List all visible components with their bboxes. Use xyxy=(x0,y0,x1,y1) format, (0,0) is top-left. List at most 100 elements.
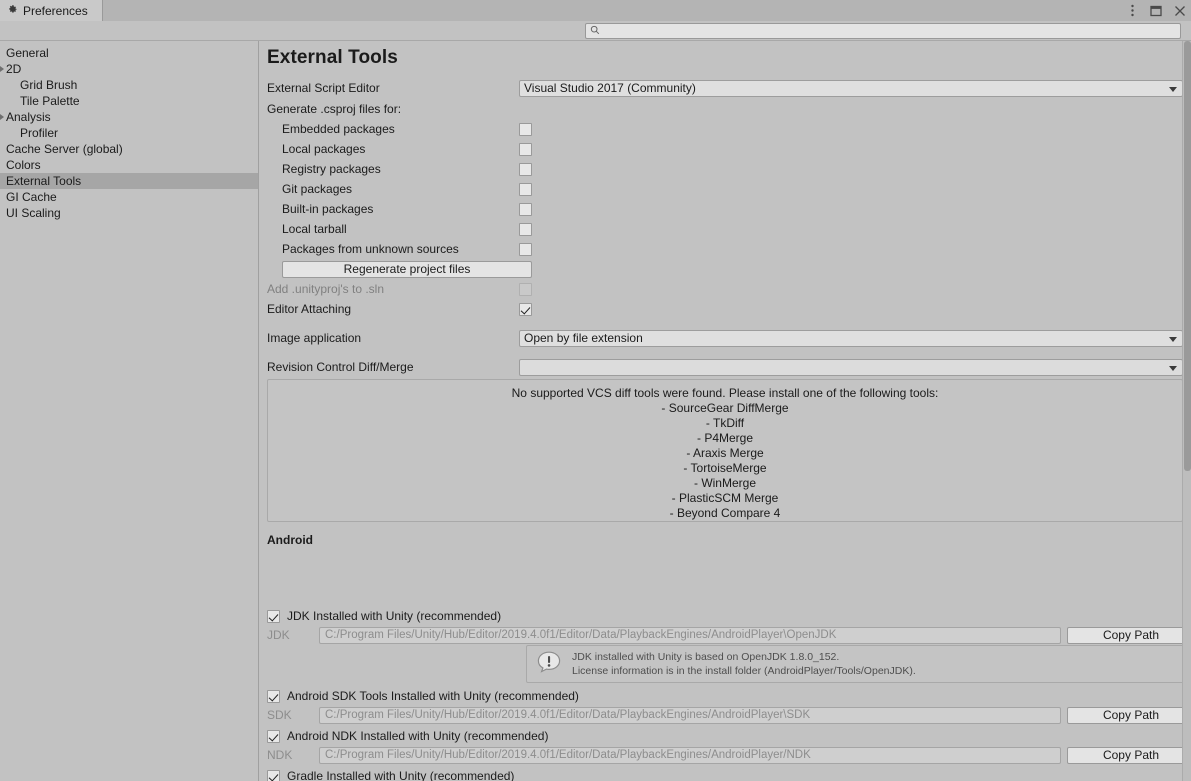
sidebar-item-ui-scaling[interactable]: UI Scaling xyxy=(0,205,258,221)
editor-attaching-checkbox[interactable] xyxy=(519,302,532,316)
ndk-path-row: NDK C:/Program Files/Unity/Hub/Editor/20… xyxy=(267,745,1191,765)
csproj-option-row: Local packages xyxy=(267,139,1191,159)
jdk-path-row: JDK C:/Program Files/Unity/Hub/Editor/20… xyxy=(267,625,1191,645)
csproj-option-row: Registry packages xyxy=(267,159,1191,179)
jdk-path-field[interactable]: C:/Program Files/Unity/Hub/Editor/2019.4… xyxy=(319,626,1061,644)
android-section-heading: Android xyxy=(267,533,313,547)
ndk-path-field[interactable]: C:/Program Files/Unity/Hub/Editor/2019.4… xyxy=(319,746,1061,764)
sdk-path-field[interactable]: C:/Program Files/Unity/Hub/Editor/2019.4… xyxy=(319,706,1061,724)
tab-preferences[interactable]: Preferences xyxy=(0,0,103,21)
preferences-body: General 2D Grid Brush Tile Palette Analysis P… xyxy=(0,41,1191,781)
vcs-tool-item: - PlasticSCM Merge xyxy=(671,491,779,505)
jdk-copy-path-button[interactable]: Copy Path xyxy=(1067,626,1191,644)
csproj-option-checkbox[interactable] xyxy=(519,182,532,196)
editor-attaching-row: Editor Attaching xyxy=(267,299,1191,319)
regenerate-project-files-button[interactable]: Regenerate project files xyxy=(282,260,532,278)
sdk-path-value: C:/Program Files/Unity/Hub/Editor/2019.4… xyxy=(325,709,811,721)
gradle-installed-label: Gradle Installed with Unity (recommended… xyxy=(287,769,515,781)
image-application-label: Image application xyxy=(267,331,362,345)
image-application-row: Image application Open by file extension xyxy=(267,328,1191,348)
csproj-option-checkbox[interactable] xyxy=(519,202,532,216)
maximize-icon[interactable] xyxy=(1149,4,1163,18)
sdk-installed-checkbox[interactable] xyxy=(267,689,280,703)
sidebar-item-tile-palette[interactable]: Tile Palette xyxy=(0,93,258,109)
close-icon[interactable] xyxy=(1173,4,1187,18)
csproj-options-list: Embedded packages Local packages Registry … xyxy=(259,119,1191,259)
csproj-option-label: Registry packages xyxy=(282,162,381,176)
csproj-option-checkbox[interactable] xyxy=(519,222,532,236)
sidebar-item-2d[interactable]: 2D xyxy=(0,61,258,77)
ndk-checkbox-row: Android NDK Installed with Unity (recomm… xyxy=(267,726,548,746)
jdk-info-text: JDK installed with Unity is based on Ope… xyxy=(572,650,916,678)
csproj-option-row: Embedded packages xyxy=(267,119,1191,139)
csproj-option-row: Packages from unknown sources xyxy=(267,239,1191,259)
ndk-copy-path-button[interactable]: Copy Path xyxy=(1067,746,1191,764)
gear-icon xyxy=(7,4,18,18)
ndk-installed-checkbox[interactable] xyxy=(267,729,280,743)
search-field[interactable] xyxy=(585,23,1181,39)
vcs-tool-item: - TkDiff xyxy=(705,416,745,430)
sidebar-item-label: Cache Server (global) xyxy=(6,142,123,156)
add-unityproj-row: Add .unityproj's to .sln xyxy=(267,279,1191,299)
sidebar-item-label: Analysis xyxy=(6,110,51,124)
tab-label: Preferences xyxy=(23,3,88,18)
vcs-helpbox-heading: No supported VCS diff tools were found. … xyxy=(511,386,939,400)
add-unityproj-checkbox xyxy=(519,282,532,296)
kebab-menu-icon[interactable] xyxy=(1125,4,1139,18)
add-unityproj-label: Add .unityproj's to .sln xyxy=(267,282,385,296)
ndk-field-label: NDK xyxy=(267,748,293,762)
sdk-copy-path-button[interactable]: Copy Path xyxy=(1067,706,1191,724)
window-controls xyxy=(1125,0,1187,21)
sdk-path-row: SDK C:/Program Files/Unity/Hub/Editor/20… xyxy=(267,705,1191,725)
csproj-option-checkbox[interactable] xyxy=(519,142,532,156)
revision-control-row: Revision Control Diff/Merge xyxy=(267,357,1191,377)
jdk-installed-checkbox[interactable] xyxy=(267,609,280,623)
csproj-option-checkbox[interactable] xyxy=(519,242,532,256)
jdk-field-label: JDK xyxy=(267,628,290,642)
csproj-option-checkbox[interactable] xyxy=(519,122,532,136)
image-application-dropdown[interactable]: Open by file extension xyxy=(519,329,1183,347)
vcs-tool-item: - SourceGear DiffMerge xyxy=(661,401,789,415)
revision-control-dropdown[interactable] xyxy=(519,358,1183,376)
sidebar-item-colors[interactable]: Colors xyxy=(0,157,258,173)
vcs-tool-item: - P4Merge xyxy=(696,431,754,445)
sidebar-item-label: External Tools xyxy=(6,174,82,188)
csproj-option-label: Git packages xyxy=(282,182,353,196)
sdk-checkbox-row: Android SDK Tools Installed with Unity (… xyxy=(267,686,579,706)
gradle-installed-checkbox[interactable] xyxy=(267,769,280,781)
chevron-right-icon[interactable] xyxy=(0,114,4,120)
external-tools-panel: External Tools External Script Editor Vi… xyxy=(259,41,1191,781)
vcs-tool-item: - WinMerge xyxy=(693,476,756,490)
csproj-option-row: Local tarball xyxy=(267,219,1191,239)
jdk-checkbox-row: JDK Installed with Unity (recommended) xyxy=(267,606,501,626)
ndk-path-value: C:/Program Files/Unity/Hub/Editor/2019.4… xyxy=(325,749,811,761)
preferences-sidebar: General 2D Grid Brush Tile Palette Analysis P… xyxy=(0,41,259,781)
sidebar-item-gi-cache[interactable]: GI Cache xyxy=(0,189,258,205)
jdk-path-value: C:/Program Files/Unity/Hub/Editor/2019.4… xyxy=(325,629,837,641)
sidebar-item-analysis[interactable]: Analysis xyxy=(0,109,258,125)
csproj-option-label: Local tarball xyxy=(282,222,347,236)
main-scrollbar-track[interactable] xyxy=(1182,41,1191,781)
sidebar-item-cache-server-global[interactable]: Cache Server (global) xyxy=(0,141,258,157)
csproj-heading-label: Generate .csproj files for: xyxy=(267,102,402,116)
revision-control-label: Revision Control Diff/Merge xyxy=(267,360,414,374)
csproj-option-checkbox[interactable] xyxy=(519,162,532,176)
search-input[interactable] xyxy=(604,25,1164,37)
external-script-editor-dropdown[interactable]: Visual Studio 2017 (Community) xyxy=(519,79,1183,97)
vcs-tool-item: - Araxis Merge xyxy=(686,446,764,460)
sidebar-item-label: Profiler xyxy=(20,126,59,140)
csproj-option-label: Packages from unknown sources xyxy=(282,242,459,256)
search-bar xyxy=(0,21,1191,41)
csproj-option-row: Built-in packages xyxy=(267,199,1191,219)
chevron-right-icon[interactable] xyxy=(0,66,4,72)
main-scrollbar-thumb[interactable] xyxy=(1184,41,1191,471)
sidebar-item-general[interactable]: General xyxy=(0,45,258,61)
image-application-value: Open by file extension xyxy=(524,331,643,345)
sidebar-item-profiler[interactable]: Profiler xyxy=(0,125,258,141)
sidebar-item-label: GI Cache xyxy=(6,190,57,204)
csproj-option-label: Local packages xyxy=(282,142,366,156)
sidebar-item-external-tools[interactable]: External Tools xyxy=(0,173,258,189)
external-script-editor-value: Visual Studio 2017 (Community) xyxy=(524,81,696,95)
search-icon xyxy=(590,24,600,38)
sidebar-item-grid-brush[interactable]: Grid Brush xyxy=(0,77,258,93)
